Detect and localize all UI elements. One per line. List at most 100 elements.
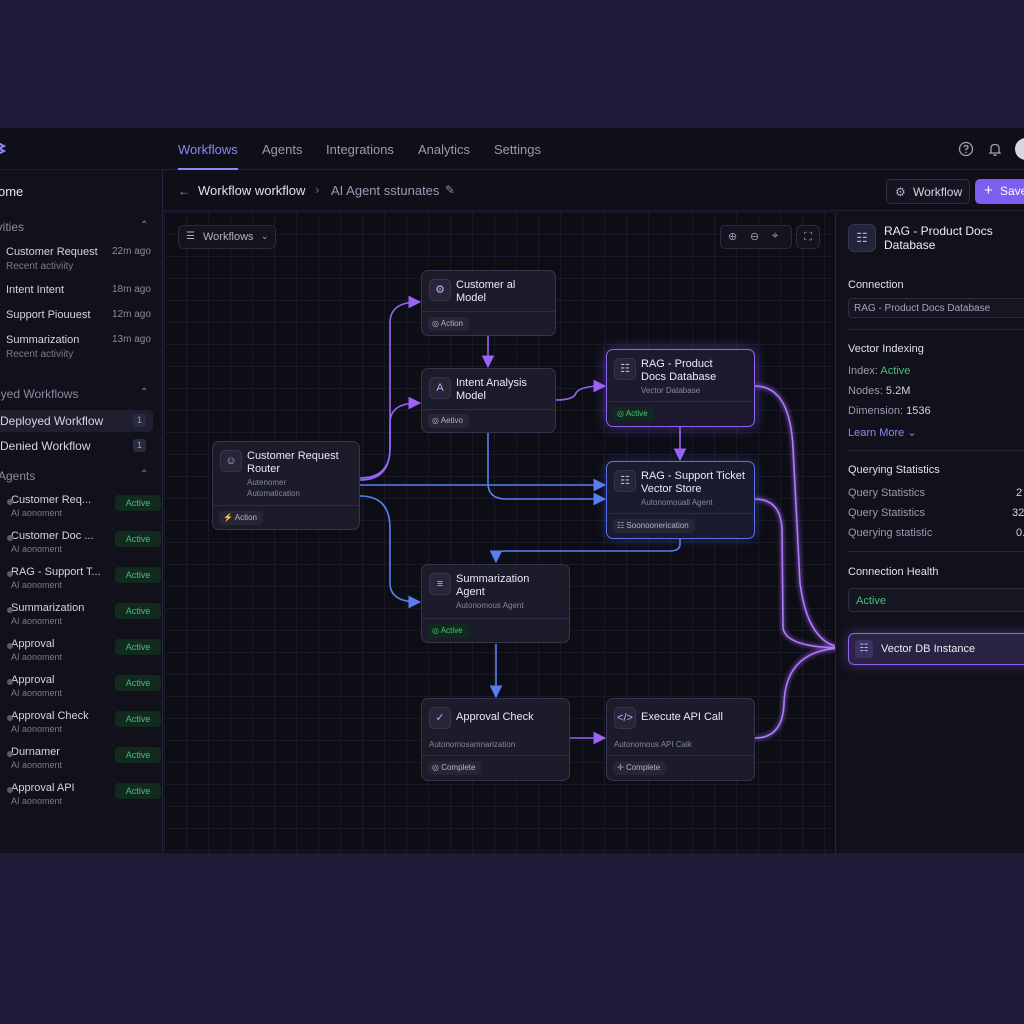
node-rag-product-docs[interactable]: ☷ RAG - Product Docs Database Vector Dat… [606,349,755,427]
avatar[interactable] [1015,138,1024,160]
agent-item[interactable]: Approval AI aonoment Active [7,674,161,704]
node-status-pill: ◎ Action [428,317,469,331]
tab-agents[interactable]: Agents [262,142,302,157]
index-value: Active [880,365,911,377]
workflow-settings-button[interactable]: ⚙ Workflow [886,179,970,204]
node-title: Customer Request Router [247,450,339,475]
pill-label: Active [440,626,463,635]
workflow-filter-dropdown[interactable]: ☰ Workflows ⌄ [178,225,276,249]
node-divider [607,755,754,756]
agent-name: RAG - Support T... [11,566,101,578]
gear-icon: ⚙ [429,279,451,301]
tab-analytics[interactable]: Analytics [418,142,470,157]
fullscreen-icon[interactable]: ⛶ [796,225,820,249]
logo-icon [0,142,7,155]
node-subtitle: Autonomosamnarization [429,740,516,749]
node-title: Intent Analysis Model [456,377,527,402]
node-customer-model[interactable]: ⚙ Customer al Model ◎ Action [421,270,556,336]
node-details-panel: ☷ RAG - Product Docs Database Connection… [835,212,1024,853]
activity-item[interactable]: Summarization Recent activiity 13m ago [6,334,156,360]
agent-name: Customer Doc ... [11,530,94,542]
vector-db-instance-node[interactable]: ☷ Vector DB Instance [848,633,1024,665]
zoom-in-icon[interactable]: ⊕ [728,230,737,243]
agent-status-dot [7,787,13,793]
save-button[interactable]: + Save [975,179,1024,204]
connection-health-title: Connection Health [848,566,939,578]
stat-row: Querying statistic 0. [848,527,1024,539]
agent-status-dot [7,643,13,649]
chevron-up-icon[interactable]: ⌃ [140,220,148,231]
chevron-down-icon: ⌄ [261,231,269,241]
node-rag-support-ticket[interactable]: ☷ RAG - Support Ticket Vector Store Auto… [606,461,755,539]
node-title: Approval Check [456,711,534,723]
tab-workflows[interactable]: Workflows [178,142,238,157]
chevron-up-icon[interactable]: ⌃ [140,387,148,398]
node-status-pill: ◎ Aetivo [428,414,469,428]
querying-statistics-title: Querying Statistics [848,464,940,476]
vector-indexing-title: Vector Indexing [848,343,924,355]
chevron-right-icon: › [315,182,320,197]
agent-item[interactable]: RAG - Support T... AI aonoment Active [7,566,161,596]
node-customer-request-router[interactable]: ☺ Customer Request Router Autenomer Auto… [212,441,360,530]
agent-item[interactable]: Durnamer AI aonoment Active [7,746,161,776]
connection-field[interactable]: RAG - Product Docs Database [848,298,1024,318]
breadcrumb-current: AI Agent sstunates [331,183,440,198]
zoom-out-icon[interactable]: ⊖ [750,230,759,243]
agent-item[interactable]: Approval API AI aonoment Active [7,782,161,812]
node-status-pill: ◎ Active [613,407,654,421]
node-summarization-agent[interactable]: ≡ Summarization Agent Autonomous Agent ◎… [421,564,570,643]
help-icon[interactable] [958,141,974,157]
filter-icon: ☰ [186,231,195,242]
deployed-workflow-item[interactable]: Denied Workflow 1 [0,435,153,457]
center-icon[interactable]: ⌖ [772,230,778,243]
agent-item[interactable]: Approval AI aonoment Active [7,638,161,668]
agent-name: Approval [11,638,55,650]
node-divider [213,505,359,506]
activity-time: 13m ago [112,334,151,345]
status-badge: Active [115,747,161,763]
node-subtitle: Autonomouall Agent [641,498,713,507]
breadcrumb: ← Workflow workflow › AI Agent sstunates… [163,170,1024,211]
stat-label: Query Statistics [848,487,926,499]
node-intent-analysis[interactable]: A Intent Analysis Model ◎ Aetivo [421,368,556,433]
node-approval-check[interactable]: ✓ Approval Check Autonomosamnarization ◎… [421,698,570,781]
agent-item[interactable]: Customer Req... AI aonoment Active [7,494,161,524]
filter-label: Workflows [203,231,254,243]
node-subtitle: Autonomous API Calk [614,740,692,749]
connection-health-status[interactable]: Active [848,588,1024,612]
stat-value: 2 [1016,487,1023,499]
pencil-icon[interactable]: ✎ [445,183,455,197]
bell-icon[interactable] [987,141,1003,157]
status-badge: Active [115,531,161,547]
activity-time: 22m ago [112,246,151,257]
stat-row: Query Statistics 2 [848,487,1024,499]
agent-item[interactable]: Summarization AI aonoment Active [7,602,161,632]
back-arrow-icon[interactable]: ← [178,184,190,198]
activity-item[interactable]: Customer Request Recent activiity 22m ag… [6,246,156,272]
status-badge: Active [115,675,161,691]
agent-item[interactable]: Customer Doc ... AI aonoment Active [7,530,161,560]
gear-icon: ⚙ [895,185,906,199]
activity-item[interactable]: Intent Intent 18m ago [6,284,156,296]
activity-item[interactable]: Support Piouuest 12m ago [6,309,156,321]
agent-item[interactable]: Approval Check AI aonoment Active [7,710,161,740]
database-icon: ☷ [614,358,636,380]
node-execute-api-call[interactable]: </> Execute API Call Autonomous API Calk… [606,698,755,781]
pill-label: Complete [441,763,476,772]
sidebar-home[interactable]: ome [0,184,23,199]
dimension-key: Dimension: [848,405,904,417]
pill-label: Soonoonerication [626,521,689,530]
section-deployed-title: eyed Workflows [0,387,79,401]
activity-sub: Recent activiity [6,349,74,360]
node-status-pill: ◎ Complete [428,761,482,775]
node-title: Execute API Call [641,711,723,723]
tab-settings[interactable]: Settings [494,142,541,157]
node-divider [422,311,555,312]
tab-integrations[interactable]: Integrations [326,142,394,157]
learn-more-link[interactable]: Learn More ⌄ [848,426,917,439]
nodes-key: Nodes: [848,385,883,397]
breadcrumb-parent[interactable]: Workflow workflow [198,183,305,198]
chevron-up-icon[interactable]: ⌃ [140,469,148,480]
deployed-workflow-item[interactable]: Deployed Workflow 1 [0,410,153,432]
save-button-label: Save [1000,184,1024,198]
